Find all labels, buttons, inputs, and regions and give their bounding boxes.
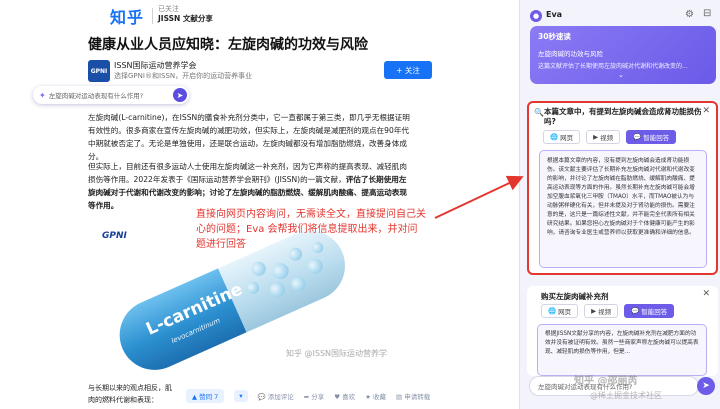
annotation-arrow [434, 175, 524, 219]
screen: 知乎 已关注 JISSN 文献分享 健康从业人员应知晓：左旋肉碱的功效与风险 G… [0, 0, 720, 409]
